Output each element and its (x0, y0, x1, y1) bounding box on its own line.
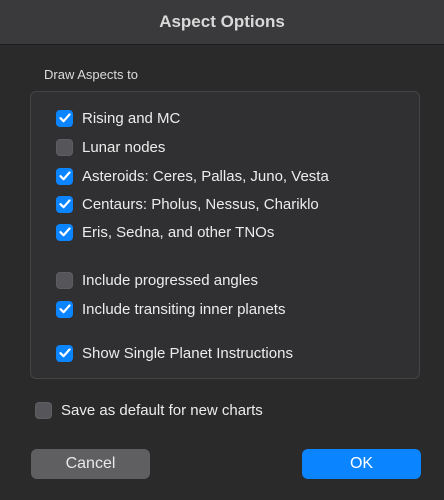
checkbox-icon[interactable] (56, 167, 73, 185)
checkbox-label: Show Single Planet Instructions (82, 344, 293, 362)
ok-button[interactable]: OK (302, 449, 421, 479)
checkbox-icon[interactable] (56, 223, 73, 241)
checkbox-label: Rising and MC (82, 109, 181, 127)
checkbox-label: Lunar nodes (82, 138, 166, 156)
checkbox-label: Asteroids: Ceres, Pallas, Juno, Vesta (82, 167, 329, 185)
checkbox-lunar-nodes[interactable]: Lunar nodes (56, 136, 165, 158)
checkbox-icon[interactable] (56, 300, 73, 318)
section-label: Draw Aspects to (44, 67, 138, 82)
window-title: Aspect Options (159, 12, 285, 31)
checkbox-label: Include progressed angles (82, 271, 258, 289)
checkbox-label: Centaurs: Pholus, Nessus, Chariklo (82, 195, 319, 213)
checkbox-icon[interactable] (56, 195, 73, 213)
checkbox-progressed-angles[interactable]: Include progressed angles (56, 269, 258, 291)
title-bar: Aspect Options (0, 0, 444, 45)
checkbox-icon[interactable] (56, 109, 73, 127)
checkbox-icon[interactable] (56, 344, 73, 362)
checkbox-single-planet-instructions[interactable]: Show Single Planet Instructions (56, 342, 293, 364)
cancel-button[interactable]: Cancel (31, 449, 150, 479)
checkbox-icon[interactable] (35, 401, 52, 419)
checkbox-label: Eris, Sedna, and other TNOs (82, 223, 275, 241)
checkbox-label: Include transiting inner planets (82, 300, 286, 318)
checkbox-save-default[interactable]: Save as default for new charts (35, 399, 263, 421)
checkbox-asteroids[interactable]: Asteroids: Ceres, Pallas, Juno, Vesta (56, 165, 329, 187)
checkbox-centaurs[interactable]: Centaurs: Pholus, Nessus, Chariklo (56, 193, 319, 215)
checkbox-rising-mc[interactable]: Rising and MC (56, 107, 180, 129)
checkbox-label: Save as default for new charts (61, 401, 263, 419)
checkbox-eris-sedna[interactable]: Eris, Sedna, and other TNOs (56, 221, 274, 243)
checkbox-icon[interactable] (56, 138, 73, 156)
checkbox-transiting-inner-planets[interactable]: Include transiting inner planets (56, 298, 285, 320)
checkbox-icon[interactable] (56, 271, 73, 289)
